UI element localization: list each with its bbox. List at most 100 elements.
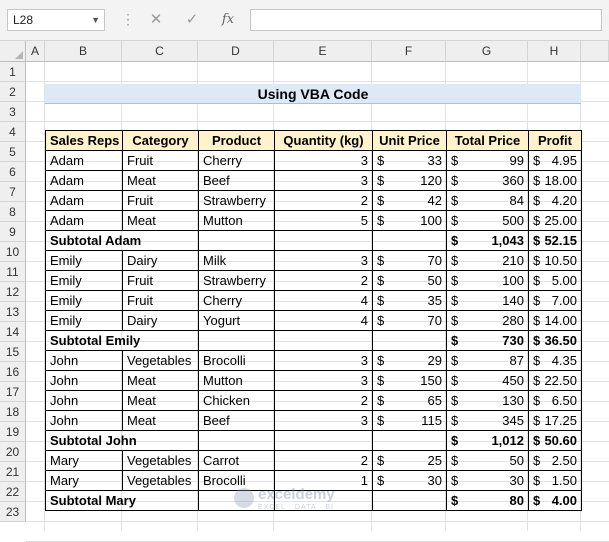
product-cell[interactable]: Yogurt xyxy=(198,310,275,331)
table-header-cell[interactable]: Profit xyxy=(528,130,582,151)
unit-price-cell[interactable]: $120 xyxy=(372,170,447,191)
quantity-cell[interactable]: 3 xyxy=(274,250,373,271)
category-cell[interactable]: Meat xyxy=(122,170,199,191)
table-cell-empty[interactable] xyxy=(198,230,275,251)
category-cell[interactable]: Meat xyxy=(122,390,199,411)
table-cell-empty[interactable] xyxy=(274,430,373,451)
enter-icon[interactable]: ✓ xyxy=(180,10,204,30)
quantity-cell[interactable]: 3 xyxy=(274,150,373,171)
row-header-8[interactable]: 8 xyxy=(0,202,26,222)
unit-price-cell[interactable]: $70 xyxy=(372,310,447,331)
column-header-h[interactable]: H xyxy=(528,41,581,62)
name-box[interactable]: L28 ▼ xyxy=(7,9,105,31)
unit-price-cell[interactable]: $70 xyxy=(372,250,447,271)
total-price-cell[interactable]: $140 xyxy=(446,290,529,311)
product-cell[interactable]: Beef xyxy=(198,410,275,431)
quantity-cell[interactable]: 4 xyxy=(274,310,373,331)
product-cell[interactable]: Carrot xyxy=(198,450,275,471)
total-price-cell[interactable]: $360 xyxy=(446,170,529,191)
category-cell[interactable]: Vegetables xyxy=(122,350,199,371)
table-header-cell[interactable]: Sales Reps xyxy=(45,130,123,151)
unit-price-cell[interactable]: $50 xyxy=(372,270,447,291)
row-header-5[interactable]: 5 xyxy=(0,142,26,162)
column-header-b[interactable]: B xyxy=(45,41,122,62)
profit-cell[interactable]: $52.15 xyxy=(528,230,582,251)
total-price-cell[interactable]: $30 xyxy=(446,470,529,491)
sales-rep-cell[interactable]: Adam xyxy=(45,150,123,171)
quantity-cell[interactable]: 2 xyxy=(274,270,373,291)
table-cell-empty[interactable] xyxy=(198,430,275,451)
product-cell[interactable]: Cherry xyxy=(198,150,275,171)
subtotal-label[interactable]: Subtotal Mary xyxy=(45,490,199,511)
product-cell[interactable]: Chicken xyxy=(198,390,275,411)
total-price-cell[interactable]: $80 xyxy=(446,490,529,511)
category-cell[interactable]: Dairy xyxy=(122,310,199,331)
total-price-cell[interactable]: $450 xyxy=(446,370,529,391)
total-price-cell[interactable]: $280 xyxy=(446,310,529,331)
row-header-19[interactable]: 19 xyxy=(0,422,26,442)
quantity-cell[interactable]: 3 xyxy=(274,370,373,391)
quantity-cell[interactable]: 3 xyxy=(274,350,373,371)
table-cell-empty[interactable] xyxy=(274,330,373,351)
row-header-3[interactable]: 3 xyxy=(0,102,26,122)
unit-price-cell[interactable]: $25 xyxy=(372,450,447,471)
column-header-f[interactable]: F xyxy=(372,41,446,62)
table-header-cell[interactable]: Category xyxy=(122,130,199,151)
category-cell[interactable]: Fruit xyxy=(122,190,199,211)
sales-rep-cell[interactable]: Adam xyxy=(45,190,123,211)
profit-cell[interactable]: $4.95 xyxy=(528,150,582,171)
unit-price-cell[interactable]: $115 xyxy=(372,410,447,431)
category-cell[interactable]: Fruit xyxy=(122,150,199,171)
row-header-22[interactable]: 22 xyxy=(0,482,26,502)
profit-cell[interactable]: $4.00 xyxy=(528,490,582,511)
select-all-button[interactable] xyxy=(0,41,26,62)
total-price-cell[interactable]: $210 xyxy=(446,250,529,271)
table-header-cell[interactable]: Quantity (kg) xyxy=(274,130,373,151)
row-header-14[interactable]: 14 xyxy=(0,322,26,342)
table-header-cell[interactable]: Product xyxy=(198,130,275,151)
sales-rep-cell[interactable]: Emily xyxy=(45,270,123,291)
profit-cell[interactable]: $22.50 xyxy=(528,370,582,391)
quantity-cell[interactable]: 2 xyxy=(274,450,373,471)
column-header-c[interactable]: C xyxy=(122,41,198,62)
sales-rep-cell[interactable]: John xyxy=(45,370,123,391)
table-cell-empty[interactable] xyxy=(372,430,447,451)
sheet-title[interactable]: Using VBA Code xyxy=(45,84,581,104)
column-header-g[interactable]: G xyxy=(446,41,528,62)
sales-rep-cell[interactable]: Emily xyxy=(45,290,123,311)
product-cell[interactable]: Strawberry xyxy=(198,270,275,291)
subtotal-label[interactable]: Subtotal John xyxy=(45,430,199,451)
sales-rep-cell[interactable]: Mary xyxy=(45,470,123,491)
profit-cell[interactable]: $4.35 xyxy=(528,350,582,371)
total-price-cell[interactable]: $99 xyxy=(446,150,529,171)
total-price-cell[interactable]: $130 xyxy=(446,390,529,411)
row-header-20[interactable]: 20 xyxy=(0,442,26,462)
formula-input[interactable] xyxy=(250,9,602,31)
product-cell[interactable]: Cherry xyxy=(198,290,275,311)
table-cell-empty[interactable] xyxy=(372,490,447,511)
category-cell[interactable]: Vegetables xyxy=(122,450,199,471)
row-header-15[interactable]: 15 xyxy=(0,342,26,362)
row-header-1[interactable]: 1 xyxy=(0,62,26,82)
product-cell[interactable]: Strawberry xyxy=(198,190,275,211)
table-cell-empty[interactable] xyxy=(372,230,447,251)
unit-price-cell[interactable]: $29 xyxy=(372,350,447,371)
total-price-cell[interactable]: $50 xyxy=(446,450,529,471)
profit-cell[interactable]: $1.50 xyxy=(528,470,582,491)
sales-rep-cell[interactable]: Adam xyxy=(45,170,123,191)
row-header-6[interactable]: 6 xyxy=(0,162,26,182)
unit-price-cell[interactable]: $65 xyxy=(372,390,447,411)
sales-rep-cell[interactable]: Mary xyxy=(45,450,123,471)
table-header-cell[interactable]: Unit Price xyxy=(372,130,447,151)
profit-cell[interactable]: $5.00 xyxy=(528,270,582,291)
product-cell[interactable]: Mutton xyxy=(198,210,275,231)
sales-rep-cell[interactable]: Emily xyxy=(45,250,123,271)
category-cell[interactable]: Vegetables xyxy=(122,470,199,491)
quantity-cell[interactable]: 2 xyxy=(274,190,373,211)
table-cell-empty[interactable] xyxy=(274,230,373,251)
row-header-4[interactable]: 4 xyxy=(0,122,26,142)
quantity-cell[interactable]: 3 xyxy=(274,410,373,431)
unit-price-cell[interactable]: $35 xyxy=(372,290,447,311)
unit-price-cell[interactable]: $100 xyxy=(372,210,447,231)
category-cell[interactable]: Meat xyxy=(122,370,199,391)
